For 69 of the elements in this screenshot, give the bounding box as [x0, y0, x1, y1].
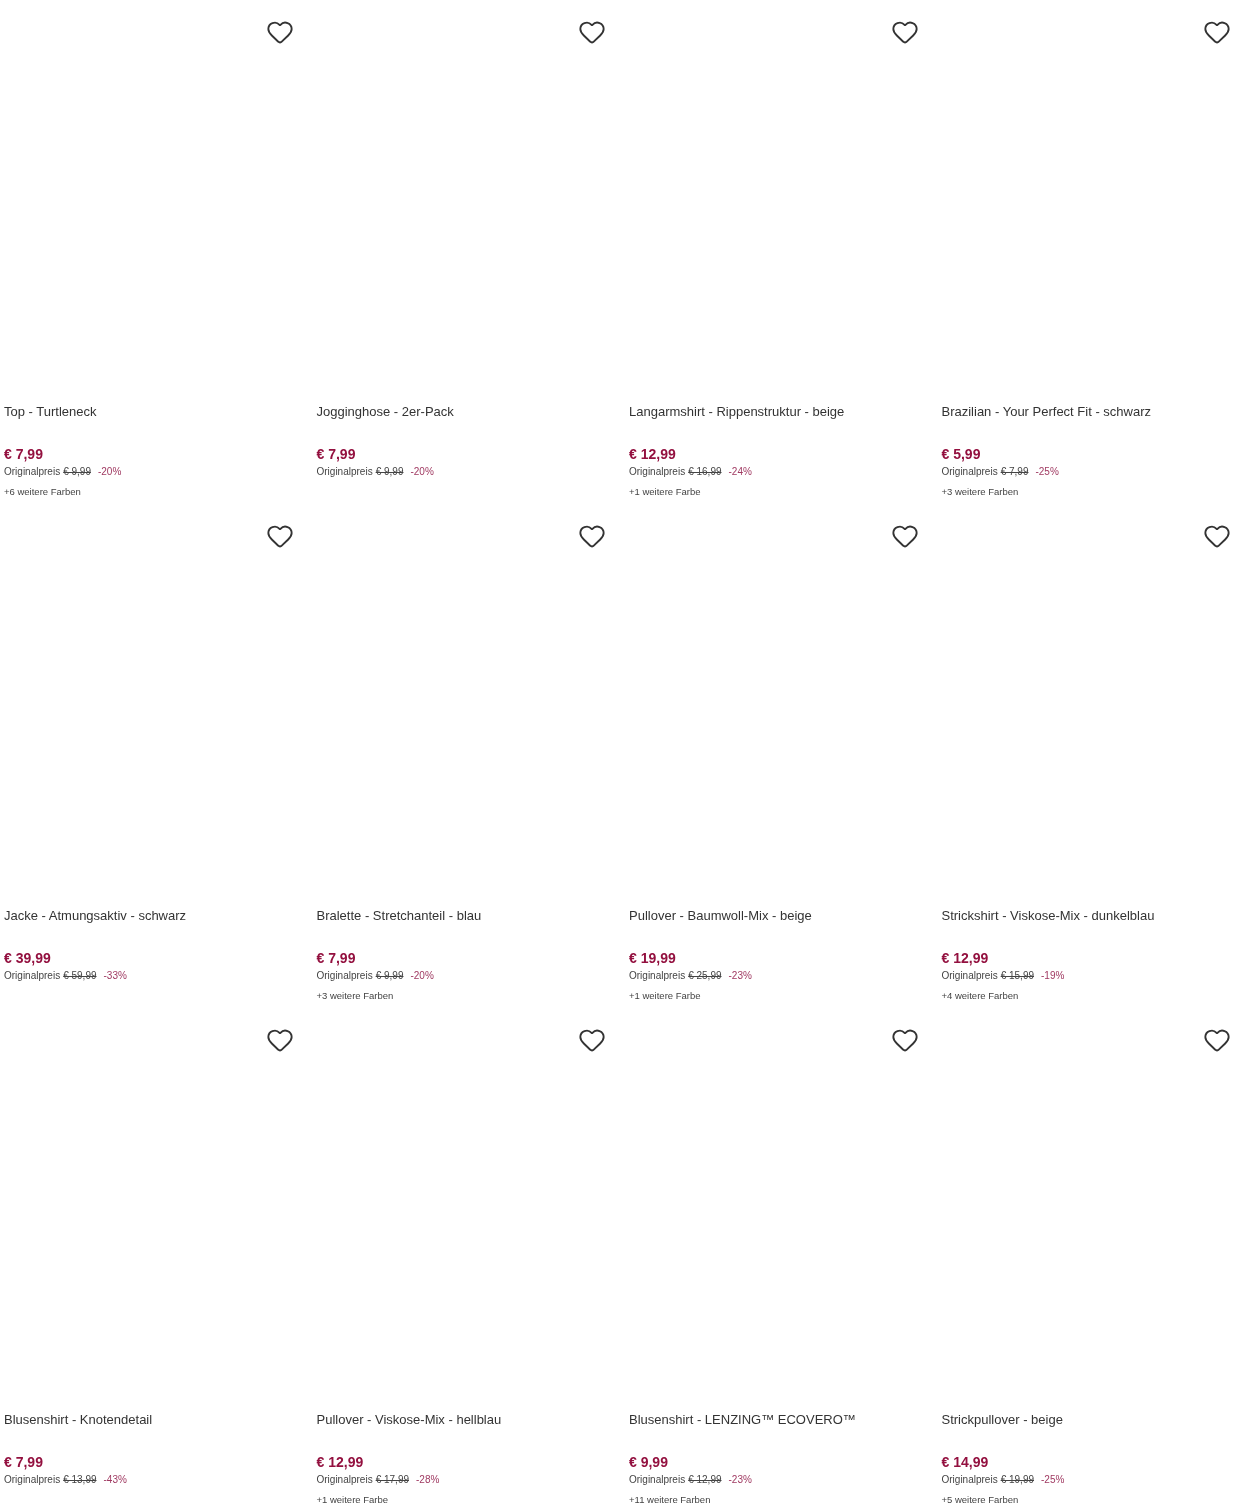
more-colors-link[interactable]: +5 weitere Farben	[941, 1493, 1019, 1507]
original-price: € 9,99	[375, 465, 404, 479]
sale-price: € 14,99	[941, 1453, 990, 1471]
sale-price: € 7,99	[316, 445, 357, 463]
discount-percent: -20%	[97, 465, 122, 479]
discount-percent: -23%	[728, 969, 752, 983]
product-title[interactable]: Blusenshirt - LENZING™ ECOVERO™	[629, 1411, 934, 1453]
discount-percent: -43%	[103, 1473, 127, 1487]
original-price-label: Originalpreis	[316, 969, 373, 983]
sale-price: € 5,99	[941, 445, 982, 463]
original-price-label: Originalpreis	[629, 1473, 686, 1487]
product-title[interactable]: Jacke - Atmungsaktiv - schwarz	[4, 907, 309, 949]
more-colors-link[interactable]: +3 weitere Farben	[941, 485, 1019, 499]
original-price: € 7,99	[1000, 465, 1029, 479]
original-price-label: Originalpreis	[316, 1473, 373, 1487]
product-title[interactable]: Blusenshirt - Knotendetail	[4, 1411, 309, 1453]
original-price: € 9,99	[375, 969, 404, 983]
original-price: € 16,99	[688, 465, 722, 479]
original-price-label: Originalpreis	[316, 465, 373, 479]
sale-price: € 7,99	[4, 445, 44, 463]
more-colors-link[interactable]: +1 weitere Farbe	[629, 989, 701, 1003]
discount-percent: -23%	[728, 1473, 752, 1487]
original-price-label: Originalpreis	[629, 465, 686, 479]
sale-price: € 7,99	[4, 1453, 44, 1471]
original-price-label: Originalpreis	[4, 1473, 61, 1487]
original-price-label: Originalpreis	[941, 969, 998, 983]
original-price-label: Originalpreis	[629, 969, 686, 983]
original-price: € 12,99	[688, 1473, 722, 1487]
more-colors-link[interactable]: +6 weitere Farben	[4, 485, 81, 499]
product-title[interactable]: Pullover - Viskose-Mix - hellblau	[316, 1411, 621, 1453]
original-price-label: Originalpreis	[4, 465, 61, 479]
original-price: € 19,99	[1000, 1473, 1034, 1487]
sale-price: € 12,99	[629, 445, 677, 463]
original-price-label: Originalpreis	[4, 969, 61, 983]
original-price: € 9,99	[63, 465, 91, 479]
discount-percent: -25%	[1035, 465, 1059, 479]
sale-price: € 39,99	[4, 949, 52, 967]
discount-percent: -28%	[416, 1473, 440, 1487]
product-title[interactable]: Langarmshirt - Rippenstruktur - beige	[629, 403, 934, 445]
sale-price: € 12,99	[316, 1453, 365, 1471]
original-price-label: Originalpreis	[941, 1473, 998, 1487]
sale-price: € 12,99	[941, 949, 990, 967]
more-colors-link[interactable]: +11 weitere Farben	[629, 1493, 711, 1507]
more-colors-link[interactable]: +1 weitere Farbe	[629, 485, 701, 499]
more-colors-link[interactable]: +4 weitere Farben	[941, 989, 1019, 1003]
discount-percent: -20%	[410, 969, 434, 983]
original-price: € 13,99	[63, 1473, 97, 1487]
discount-percent: -19%	[1041, 969, 1065, 983]
discount-percent: -33%	[103, 969, 127, 983]
more-colors-link[interactable]: +1 weitere Farbe	[316, 1493, 389, 1507]
product-title[interactable]: Bralette - Stretchanteil - blau	[316, 907, 621, 949]
discount-percent: -25%	[1041, 1473, 1065, 1487]
product-title[interactable]: Strickshirt - Viskose-Mix - dunkelblau	[941, 907, 1246, 949]
more-colors-link[interactable]: +3 weitere Farben	[316, 989, 394, 1003]
original-price-label: Originalpreis	[941, 465, 998, 479]
original-price: € 15,99	[1000, 969, 1034, 983]
product-title[interactable]: Top - Turtleneck	[4, 403, 309, 445]
original-price: € 17,99	[375, 1473, 409, 1487]
discount-percent: -24%	[728, 465, 752, 479]
product-title[interactable]: Pullover - Baumwoll-Mix - beige	[629, 907, 934, 949]
sale-price: € 9,99	[629, 1453, 669, 1471]
product-title[interactable]: Jogginghose - 2er-Pack	[316, 403, 621, 445]
sale-price: € 19,99	[629, 949, 677, 967]
original-price: € 25,99	[688, 969, 722, 983]
discount-percent: -20%	[410, 465, 434, 479]
sale-price: € 7,99	[316, 949, 357, 967]
product-title[interactable]: Strickpullover - beige	[941, 1411, 1246, 1453]
original-price: € 59,99	[63, 969, 97, 983]
product-title[interactable]: Brazilian - Your Perfect Fit - schwarz	[941, 403, 1246, 445]
